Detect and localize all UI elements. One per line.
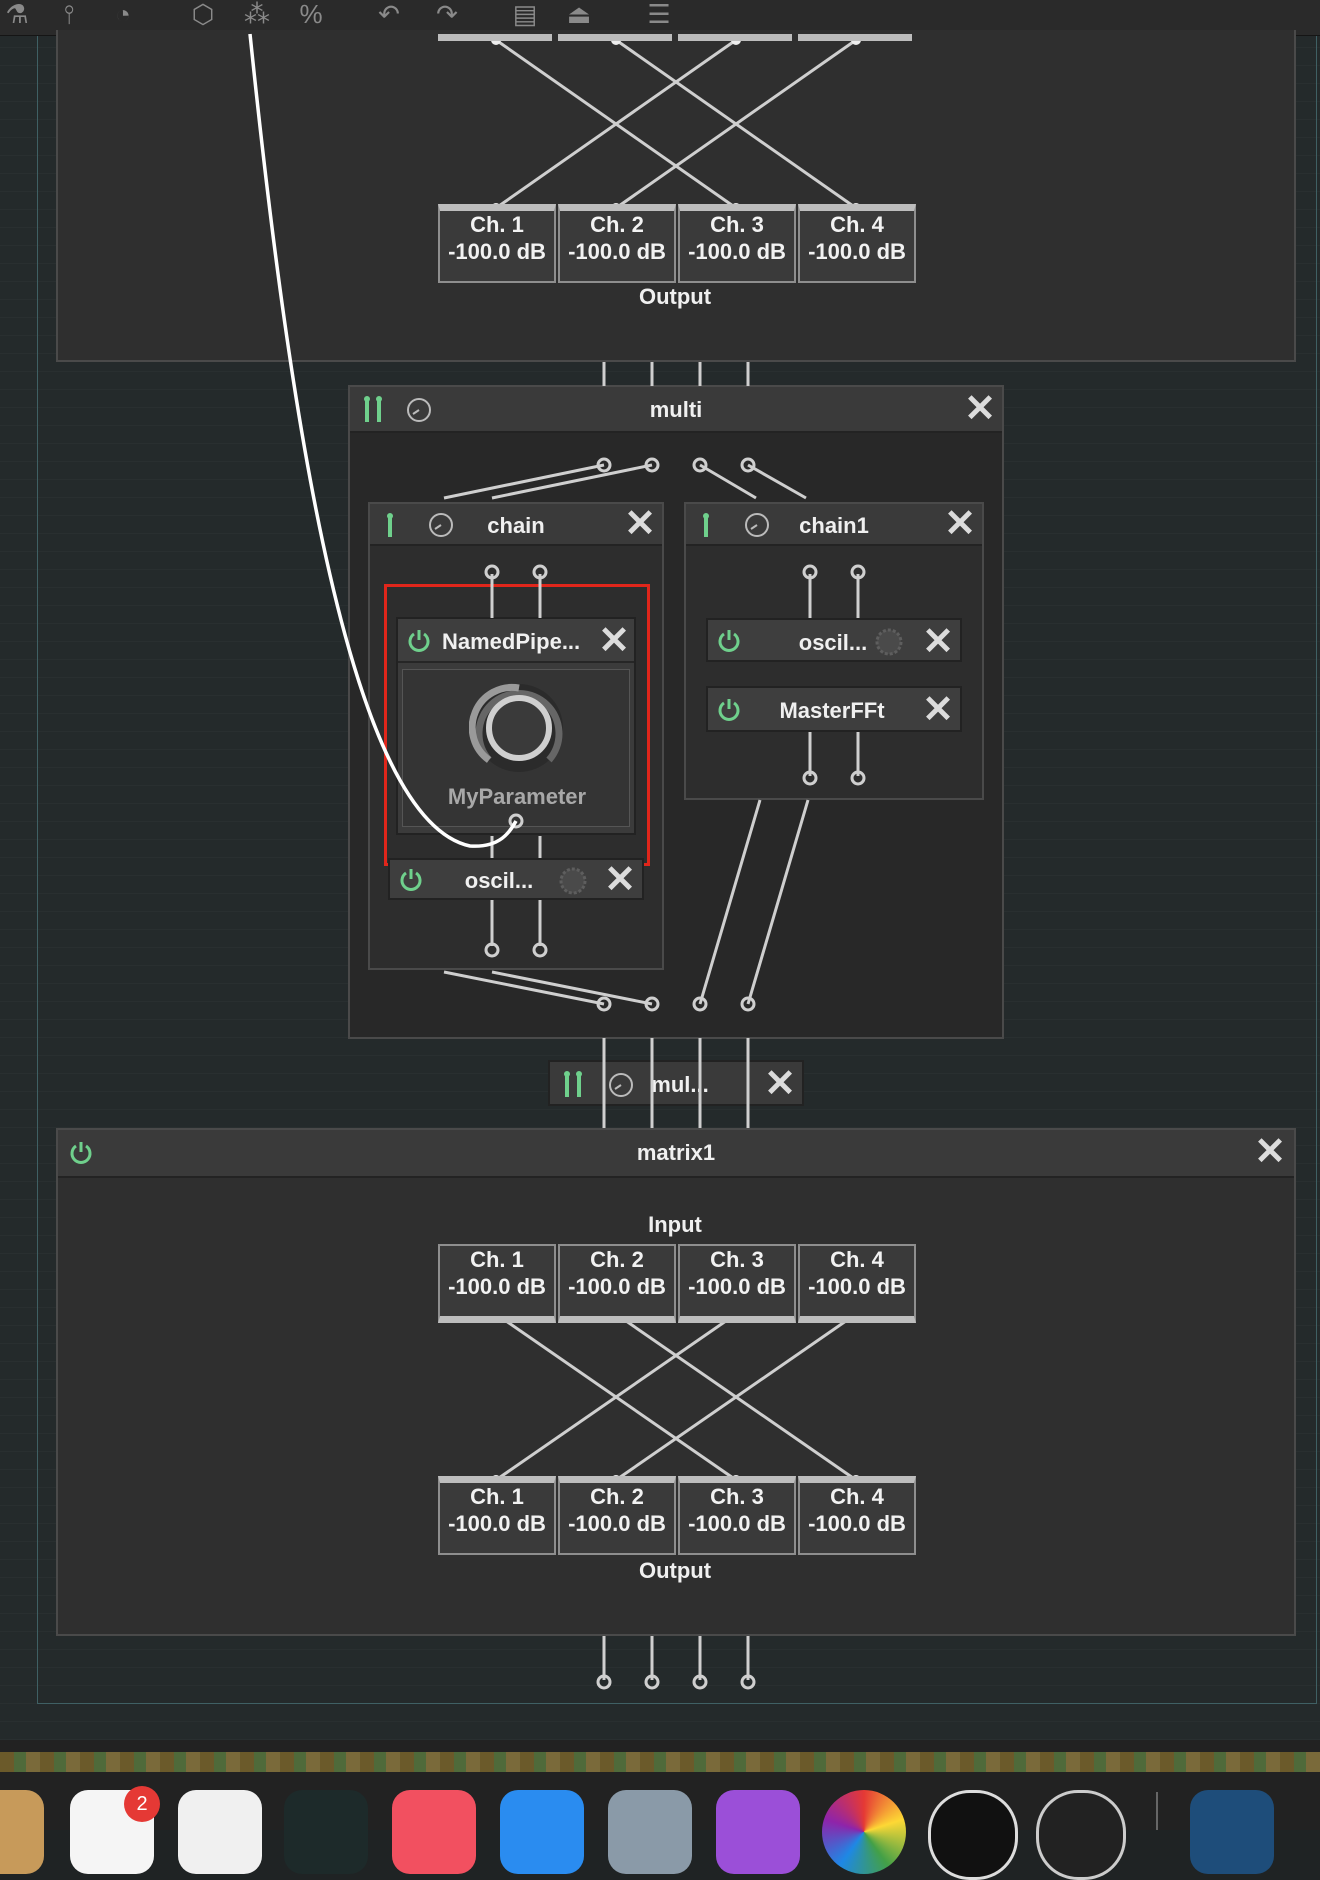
- channel-name: Ch. 3: [710, 1247, 764, 1272]
- matrix1-output-label: Output: [638, 1558, 712, 1583]
- channel-level: -100.0 dB: [568, 239, 666, 264]
- matrix1-output-ch3[interactable]: Ch. 3 -100.0 dB: [678, 1476, 796, 1555]
- channel-name: Ch. 4: [830, 212, 884, 237]
- channel-name: Ch. 4: [830, 1484, 884, 1509]
- meter-icon[interactable]: [1036, 1790, 1126, 1880]
- matrix1-output-ch2[interactable]: Ch. 2 -100.0 dB: [558, 1476, 676, 1555]
- appstore-icon[interactable]: [500, 1790, 584, 1874]
- channel-level: -100.0 dB: [808, 1274, 906, 1299]
- audiomixer-icon[interactable]: [928, 1790, 1018, 1880]
- channel-name: Ch. 3: [710, 212, 764, 237]
- dock-wallpaper-strip: [0, 1752, 1320, 1772]
- channel-level: -100.0 dB: [808, 239, 906, 264]
- channel-level: -100.0 dB: [808, 1511, 906, 1536]
- dock-separator: [1156, 1792, 1158, 1830]
- channel-level: -100.0 dB: [568, 1274, 666, 1299]
- channel-name: Ch. 1: [470, 212, 524, 237]
- channel-name: Ch. 2: [590, 1247, 644, 1272]
- music-icon[interactable]: [392, 1790, 476, 1874]
- channel-level: -100.0 dB: [448, 239, 546, 264]
- preview-icon[interactable]: [178, 1790, 262, 1874]
- channel-level: -100.0 dB: [688, 239, 786, 264]
- top-output-ch1[interactable]: Ch. 1 -100.0 dB: [438, 204, 556, 283]
- channel-name: Ch. 3: [710, 1484, 764, 1509]
- finder-icon[interactable]: [0, 1790, 44, 1874]
- channel-level: -100.0 dB: [448, 1511, 546, 1536]
- matrix1-input-ch1[interactable]: Ch. 1 -100.0 dB: [438, 1244, 556, 1323]
- window-icon[interactable]: [1190, 1790, 1274, 1874]
- top-output-ch3[interactable]: Ch. 3 -100.0 dB: [678, 204, 796, 283]
- notification-badge: 2: [124, 1786, 160, 1822]
- settings-icon[interactable]: [608, 1790, 692, 1874]
- channel-name: Ch. 2: [590, 1484, 644, 1509]
- matrix1-input-label: Input: [648, 1212, 702, 1237]
- matrix1-output-ch4[interactable]: Ch. 4 -100.0 dB: [798, 1476, 916, 1555]
- channel-name: Ch. 1: [470, 1247, 524, 1272]
- channel-level: -100.0 dB: [568, 1511, 666, 1536]
- colorpicker-icon[interactable]: [822, 1790, 906, 1874]
- matrix1-input-ch4[interactable]: Ch. 4 -100.0 dB: [798, 1244, 916, 1323]
- top-output-ch2[interactable]: Ch. 2 -100.0 dB: [558, 204, 676, 283]
- channel-name: Ch. 4: [830, 1247, 884, 1272]
- channel-level: -100.0 dB: [448, 1274, 546, 1299]
- top-output-ch4[interactable]: Ch. 4 -100.0 dB: [798, 204, 916, 283]
- appletv-icon[interactable]: [284, 1790, 368, 1874]
- channel-level: -100.0 dB: [688, 1511, 786, 1536]
- channel-name: Ch. 2: [590, 212, 644, 237]
- matrix1-input-ch3[interactable]: Ch. 3 -100.0 dB: [678, 1244, 796, 1323]
- podcasts-icon[interactable]: [716, 1790, 800, 1874]
- channel-name: Ch. 1: [470, 1484, 524, 1509]
- top-input-bars: [438, 34, 912, 41]
- channel-level: -100.0 dB: [688, 1274, 786, 1299]
- matrix1-input-ch2[interactable]: Ch. 2 -100.0 dB: [558, 1244, 676, 1323]
- white-cable: [248, 33, 518, 848]
- matrix1-output-ch1[interactable]: Ch. 1 -100.0 dB: [438, 1476, 556, 1555]
- top-output-label: Output: [638, 284, 712, 309]
